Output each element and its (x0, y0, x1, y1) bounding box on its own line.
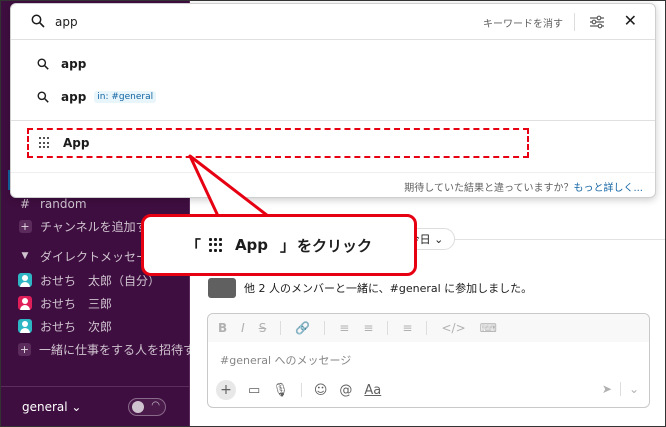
screenshot-border (0, 0, 666, 427)
